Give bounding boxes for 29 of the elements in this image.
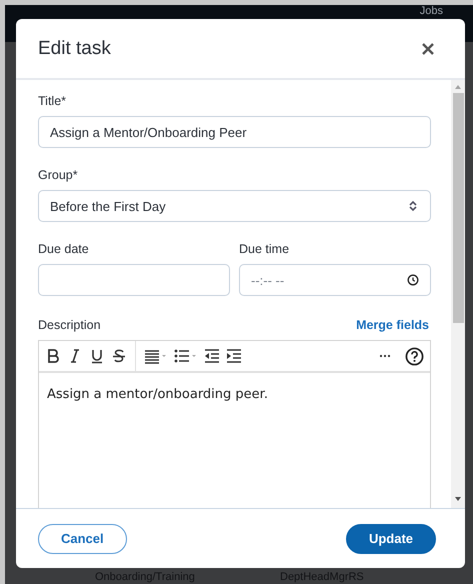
due-time-field[interactable]: --:-- --	[239, 264, 431, 296]
due-date-field[interactable]	[38, 264, 230, 296]
title-field[interactable]: Assign a Mentor/Onboarding Peer	[38, 116, 431, 148]
indent-icon[interactable]	[226, 348, 242, 364]
editor-text: Assign a mentor/onboarding peer.	[46, 386, 269, 404]
scrollbar[interactable]	[451, 80, 465, 508]
field-label: Description	[38, 318, 101, 332]
field-label: Due time	[239, 242, 290, 256]
underline-icon[interactable]	[89, 348, 105, 364]
bullet-list-icon[interactable]	[174, 348, 198, 364]
group-select[interactable]: Before the First Day	[38, 190, 431, 222]
field-label: Due date	[38, 242, 90, 256]
merge-fields-link[interactable]: Merge fields	[356, 318, 429, 332]
help-icon[interactable]	[405, 346, 424, 366]
field-label: Title*	[38, 94, 68, 108]
up-down-chevron-icon	[407, 200, 419, 212]
strikethrough-icon[interactable]	[111, 348, 127, 364]
update-button[interactable]: Update	[346, 524, 436, 554]
nav-label: Jobs	[420, 5, 443, 18]
align-icon[interactable]	[144, 348, 168, 364]
outdent-icon[interactable]	[204, 348, 220, 364]
scrollbar-thumb[interactable]	[452, 93, 464, 323]
field-label: Group*	[38, 168, 79, 182]
close-icon[interactable]	[421, 42, 435, 56]
dialog-title: Edit task	[38, 38, 111, 60]
clock-icon	[407, 274, 419, 286]
cancel-button[interactable]: Cancel	[38, 524, 127, 554]
bold-icon[interactable]	[45, 348, 61, 364]
scroll-down-icon[interactable]	[454, 496, 462, 502]
